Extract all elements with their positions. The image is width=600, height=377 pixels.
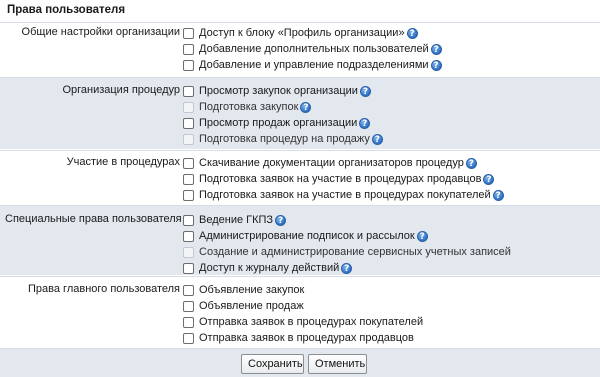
permission-checkbox[interactable] [183, 43, 194, 55]
permission-label: Ведение ГКПЗ [199, 214, 274, 226]
page-title: Права пользователя [0, 0, 600, 22]
permission-checkbox[interactable] [183, 27, 194, 39]
permission-section: Общие настройки организации Доступ к блок… [0, 22, 600, 76]
permission-label: Просмотр закупок организации [199, 85, 358, 97]
help-icon[interactable]: ? [359, 117, 371, 129]
permission-item[interactable]: Скачивание документации организаторов пр… [183, 155, 504, 171]
form-footer: Сохранить Отменить [0, 348, 600, 377]
permission-checkbox[interactable] [183, 85, 194, 97]
help-icon[interactable]: ? [300, 101, 312, 113]
permission-label: Доступ к блоку «Профиль организации» [199, 27, 405, 39]
permission-label: Объявление закупок [199, 284, 305, 296]
permission-item[interactable]: Отправка заявок в процедурах покупателей [183, 314, 423, 330]
help-icon[interactable]: ? [465, 157, 477, 169]
permission-checkbox[interactable] [183, 230, 194, 242]
permission-checkbox[interactable] [183, 332, 194, 344]
permission-item: Подготовка закупок? [183, 99, 383, 115]
save-button[interactable]: Сохранить [241, 354, 304, 374]
permission-item[interactable]: Отправка заявок в процедурах продавцов [183, 330, 423, 346]
section-label: Права главного пользователя [28, 283, 180, 295]
permission-checkbox [183, 246, 194, 258]
permission-label: Добавление и управление подразделениями [199, 59, 429, 71]
help-icon[interactable]: ? [406, 27, 418, 39]
permission-item[interactable]: Добавление дополнительных пользователей? [183, 41, 442, 57]
help-icon[interactable]: ? [275, 214, 287, 226]
permission-label: Подготовка закупок [199, 101, 299, 113]
permission-item[interactable]: Добавление и управление подразделениями? [183, 57, 442, 73]
help-icon[interactable]: ? [371, 133, 383, 145]
help-icon[interactable]: ? [359, 85, 371, 97]
section-label: Организация процедур [62, 84, 180, 96]
permission-label: Администрирование подписок и рассылок [199, 230, 415, 242]
permission-label: Скачивание документации организаторов пр… [199, 157, 464, 169]
permission-label: Отправка заявок в процедурах покупателей [199, 316, 424, 328]
permission-label: Доступ к журналу действий [199, 262, 340, 274]
permission-label: Объявление продаж [199, 300, 304, 312]
permission-label: Подготовка процедур на продажу [199, 133, 370, 145]
permission-item[interactable]: Доступ к блоку «Профиль организации»? [183, 25, 442, 41]
permission-label: Просмотр продаж организации [199, 117, 358, 129]
permission-item: Подготовка процедур на продажу? [183, 131, 383, 147]
permission-checkbox[interactable] [183, 300, 194, 312]
permission-item[interactable]: Просмотр закупок организации? [183, 83, 383, 99]
permission-checkbox[interactable] [183, 214, 194, 226]
permission-checkbox[interactable] [183, 189, 194, 201]
permission-item[interactable]: Ведение ГКПЗ? [183, 212, 511, 228]
permission-section: Участие в процедурах Скачивание документа… [0, 150, 600, 204]
permission-checkbox[interactable] [183, 157, 194, 169]
permission-label: Создание и администрирование сервисных у… [199, 246, 511, 258]
help-icon[interactable]: ? [430, 43, 442, 55]
help-icon[interactable]: ? [416, 230, 428, 242]
permission-label: Добавление дополнительных пользователей [199, 43, 429, 55]
permission-checkbox[interactable] [183, 316, 194, 328]
permission-section: Права главного пользователя Объявление за… [0, 276, 600, 345]
cancel-button[interactable]: Отменить [308, 354, 367, 374]
permission-checkbox[interactable] [183, 284, 194, 296]
permission-checkbox [183, 133, 194, 145]
permission-item[interactable]: Подготовка заявок на участие в процедура… [183, 171, 504, 187]
permission-item[interactable]: Администрирование подписок и рассылок? [183, 228, 511, 244]
permission-item[interactable]: Доступ к журналу действий? [183, 260, 511, 276]
section-label: Участие в процедурах [66, 156, 180, 168]
permission-label: Отправка заявок в процедурах продавцов [199, 332, 414, 344]
help-icon[interactable]: ? [483, 173, 495, 185]
permission-item[interactable]: Объявление закупок [183, 282, 423, 298]
permission-item[interactable]: Подготовка заявок на участие в процедура… [183, 187, 504, 203]
permission-checkbox[interactable] [183, 262, 194, 274]
permission-checkbox [183, 101, 194, 113]
permission-label: Подготовка заявок на участие в процедура… [199, 173, 482, 185]
help-icon[interactable]: ? [341, 262, 353, 274]
permission-section: Специальные права пользователя Ведение ГК… [0, 205, 600, 275]
permission-label: Подготовка заявок на участие в процедура… [199, 189, 491, 201]
section-label: Специальные права пользователя [5, 213, 182, 225]
permission-checkbox[interactable] [183, 173, 194, 185]
section-label: Общие настройки организации [21, 26, 180, 38]
help-icon[interactable]: ? [492, 189, 504, 201]
permission-checkbox[interactable] [183, 59, 194, 71]
permission-checkbox[interactable] [183, 117, 194, 129]
permission-section: Организация процедур Просмотр закупок орг… [0, 77, 600, 149]
help-icon[interactable]: ? [430, 59, 442, 71]
permission-item: Создание и администрирование сервисных у… [183, 244, 511, 260]
permission-item[interactable]: Объявление продаж [183, 298, 423, 314]
permission-item[interactable]: Просмотр продаж организации? [183, 115, 383, 131]
